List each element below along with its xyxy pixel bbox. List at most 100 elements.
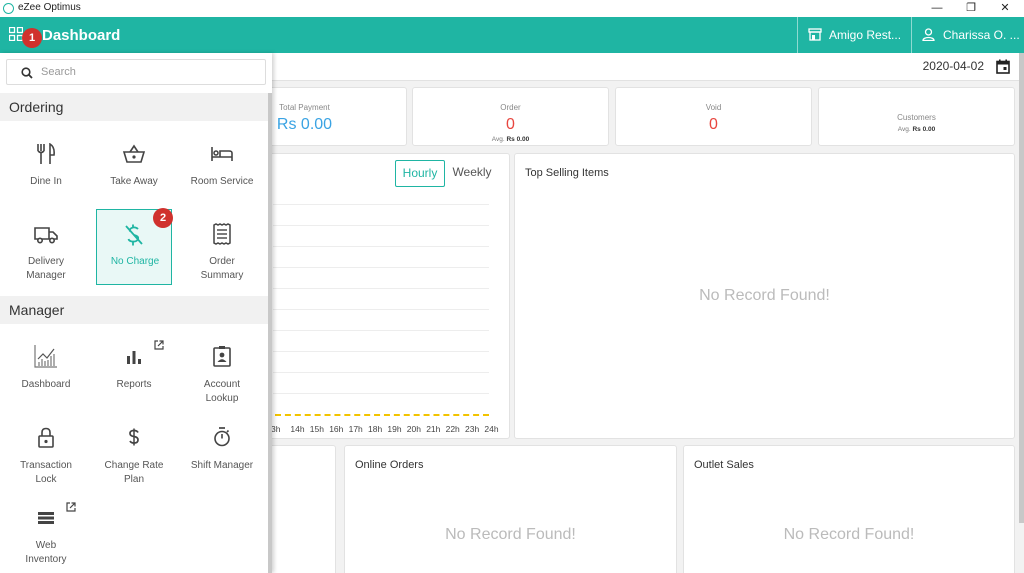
search-icon <box>21 67 33 79</box>
order-card: Order 0 Avg. Rs 0.00 <box>412 87 609 146</box>
tile-label: Change Rate Plan <box>104 460 164 485</box>
tile-dine-in[interactable]: Dine In <box>8 134 84 210</box>
grid-line <box>273 351 489 352</box>
outlet-sales-empty: No Record Found! <box>783 526 915 543</box>
tile-delivery-manager[interactable]: Delivery Manager <box>8 209 84 285</box>
external-link-icon[interactable] <box>66 502 76 512</box>
app-logo-icon <box>3 3 14 14</box>
basket-icon <box>122 144 146 163</box>
online-orders-card: Online Orders No Record Found! <box>344 445 677 573</box>
customers-label: Customers <box>897 113 936 122</box>
user-menu[interactable]: Charissa O. ... <box>911 17 1024 53</box>
void-card: Void 0 <box>615 87 812 146</box>
grid-line <box>273 309 489 310</box>
page-title: Dashboard <box>42 27 121 44</box>
chart-plot-area <box>273 204 489 419</box>
x-tick-label: 15h <box>309 424 324 434</box>
x-tick-label: 14h <box>290 424 305 434</box>
window-titlebar: eZee Optimus — ❐ ✕ <box>0 0 1024 17</box>
selected-date[interactable]: 2020-04-02 <box>923 59 984 73</box>
top-selling-title: Top Selling Items <box>525 167 609 179</box>
store-icon <box>808 28 822 41</box>
chart-line-icon <box>34 345 57 368</box>
id-card-icon <box>213 346 231 367</box>
navigation-drawer: Ordering Dine In Take Away Room Service … <box>0 53 272 573</box>
order-label: Order <box>500 103 521 112</box>
top-header: Dashboard Amigo Rest... Charissa O. ... <box>0 17 1024 53</box>
tile-shift-manager[interactable]: Shift Manager <box>184 419 260 495</box>
tile-account-lookup[interactable]: Account Lookup <box>184 337 260 413</box>
tile-order-summary[interactable]: Order Summary <box>184 209 260 285</box>
void-value: 0 <box>709 116 718 133</box>
tile-label: Delivery Manager <box>26 256 66 281</box>
grid-line <box>273 372 489 373</box>
customers-avg: Avg. Rs 0.00 <box>897 126 936 133</box>
user-icon <box>922 28 935 41</box>
void-label: Void <box>705 103 722 112</box>
no-charge-icon <box>125 224 143 246</box>
grid-line <box>273 267 489 268</box>
x-tick-label: 17h <box>348 424 363 434</box>
window-title: eZee Optimus <box>18 2 81 13</box>
tile-change-rate-plan[interactable]: Change Rate Plan <box>96 419 172 495</box>
grid-line <box>273 330 489 331</box>
x-tick-label: 16h <box>329 424 344 434</box>
tile-transaction-lock[interactable]: Transaction Lock <box>8 419 84 495</box>
outlet-sales-card: Outlet Sales No Record Found! <box>683 445 1015 573</box>
sales-chart-card: Hourly Weekly 3h 14h 15h 16h 17h 18h 19h 20h 21h… <box>260 153 510 439</box>
receipt-icon <box>213 223 231 245</box>
user-name: Charissa O. ... <box>943 28 1020 42</box>
tile-label: Dashboard <box>21 379 71 390</box>
bed-icon <box>211 147 233 161</box>
tile-label: Order Summary <box>200 256 244 281</box>
stopwatch-icon <box>214 427 230 447</box>
online-orders-empty: No Record Found! <box>445 526 576 543</box>
tile-dashboard[interactable]: Dashboard <box>8 337 84 413</box>
tile-label: Web Inventory <box>25 540 67 565</box>
tile-label: Shift Manager <box>190 460 254 471</box>
bar-chart-icon <box>127 351 141 364</box>
menu-grid-icon[interactable] <box>9 27 23 41</box>
calendar-icon[interactable] <box>996 59 1010 74</box>
search-input[interactable] <box>41 64 251 80</box>
tile-label: Room Service <box>190 176 254 187</box>
x-tick-label: 18h <box>368 424 383 434</box>
tile-web-inventory[interactable]: Web Inventory <box>8 499 84 573</box>
tile-reports[interactable]: Reports <box>96 337 172 413</box>
external-link-icon[interactable] <box>154 340 164 350</box>
grid-line <box>273 225 489 226</box>
customers-card: Customers Avg. Rs 0.00 <box>818 87 1015 146</box>
x-tick-label: 3h <box>271 424 281 434</box>
step-badge-2: 2 <box>153 208 173 228</box>
main-scrollbar[interactable] <box>1019 53 1024 523</box>
tile-label: Transaction Lock <box>20 460 72 485</box>
grid-line <box>273 288 489 289</box>
x-tick-label: 22h <box>445 424 460 434</box>
tile-room-service[interactable]: Room Service <box>184 134 260 210</box>
close-button[interactable]: ✕ <box>988 0 1022 17</box>
order-value: 0 <box>506 116 515 133</box>
outlet-selector[interactable]: Amigo Rest... <box>797 17 911 53</box>
x-tick-label: 20h <box>406 424 421 434</box>
outlet-name: Amigo Rest... <box>829 28 902 42</box>
step-badge-1: 1 <box>22 28 42 48</box>
ordering-section-title: Ordering <box>0 93 268 121</box>
stack-icon <box>38 512 54 524</box>
sidebar-scrollbar[interactable] <box>268 93 272 573</box>
grid-line <box>273 204 489 205</box>
chart-baseline <box>275 414 489 416</box>
x-tick-label: 19h <box>387 424 402 434</box>
restore-button[interactable]: ❐ <box>954 0 988 17</box>
tile-label: Reports <box>116 379 152 390</box>
tab-hourly[interactable]: Hourly <box>395 160 445 187</box>
tile-take-away[interactable]: Take Away <box>96 134 172 210</box>
grid-line <box>273 393 489 394</box>
minimize-button[interactable]: — <box>920 0 954 17</box>
tile-label: No Charge <box>110 256 160 267</box>
tile-label: Dine In <box>30 176 62 187</box>
tab-weekly[interactable]: Weekly <box>447 160 497 187</box>
x-tick-label: 24h <box>484 424 499 434</box>
truck-icon <box>34 227 58 244</box>
search-box[interactable] <box>6 59 266 85</box>
dine-in-icon <box>37 143 55 164</box>
